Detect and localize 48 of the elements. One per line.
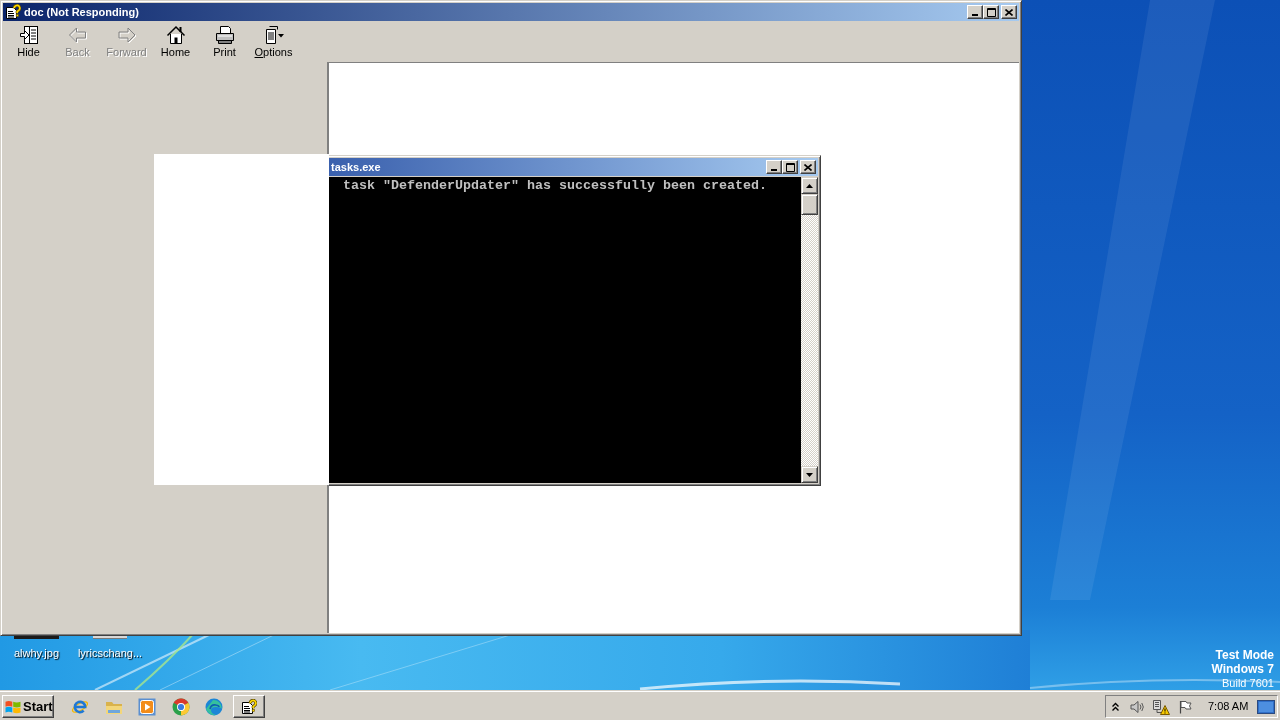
home-button[interactable]: Home xyxy=(151,22,200,62)
printer-icon xyxy=(214,25,235,45)
show-desktop-icon[interactable] xyxy=(1257,699,1276,714)
window-title: doc (Not Responding) xyxy=(24,5,139,19)
file-thumbnail[interactable] xyxy=(14,636,59,639)
network-warning-icon[interactable] xyxy=(1152,698,1170,715)
system-info-text: Test Mode xyxy=(1215,648,1274,662)
maximize-icon xyxy=(986,7,996,17)
close-button[interactable] xyxy=(1001,5,1017,19)
vertical-scrollbar[interactable] xyxy=(801,177,818,483)
help-document-icon xyxy=(5,4,21,20)
system-info-text: Windows 7 xyxy=(1211,662,1274,676)
maximize-icon xyxy=(785,162,795,172)
scroll-up-button[interactable] xyxy=(801,177,818,194)
back-arrow-icon xyxy=(67,25,88,45)
swirl-circle-icon[interactable] xyxy=(205,697,223,716)
close-button[interactable] xyxy=(800,160,816,174)
speaker-icon[interactable] xyxy=(1130,699,1144,714)
play-icon[interactable] xyxy=(138,697,156,716)
help-document-icon xyxy=(241,698,257,715)
minimize-button[interactable] xyxy=(766,160,782,174)
scroll-down-button[interactable] xyxy=(801,466,818,483)
maximize-button[interactable] xyxy=(983,5,999,19)
options-button[interactable]: Options xyxy=(249,22,298,62)
pane-arrow-icon xyxy=(18,25,39,45)
forward-arrow-icon xyxy=(116,25,137,45)
console-line: task "DefenderUpdater" has successfully been created. xyxy=(343,178,767,193)
tricolor-wheel-icon[interactable] xyxy=(171,697,190,716)
flag-logo-icon xyxy=(5,699,21,714)
down-triangle-icon xyxy=(806,472,813,477)
start-button[interactable]: Start xyxy=(2,695,54,718)
print-button[interactable]: Print xyxy=(200,22,249,62)
close-icon xyxy=(1005,8,1013,16)
clock[interactable]: 7:08 AM xyxy=(1208,700,1249,713)
taskbar-window-button[interactable] xyxy=(233,695,265,718)
flag-icon[interactable] xyxy=(1179,699,1192,714)
minimize-button[interactable] xyxy=(967,5,983,19)
close-icon xyxy=(804,163,812,171)
hide-button[interactable]: Hide xyxy=(4,22,53,62)
double-chevron-up-icon[interactable] xyxy=(1112,701,1119,712)
window-title: tasks.exe xyxy=(331,160,381,174)
system-info-text: Build 7601 xyxy=(1222,676,1274,690)
file-thumbnail[interactable] xyxy=(93,636,127,639)
scrollbar-thumb[interactable] xyxy=(801,194,818,215)
document-caret-icon xyxy=(263,25,284,45)
house-icon xyxy=(165,25,186,45)
up-triangle-icon xyxy=(806,183,813,188)
maximize-button[interactable] xyxy=(782,160,798,174)
